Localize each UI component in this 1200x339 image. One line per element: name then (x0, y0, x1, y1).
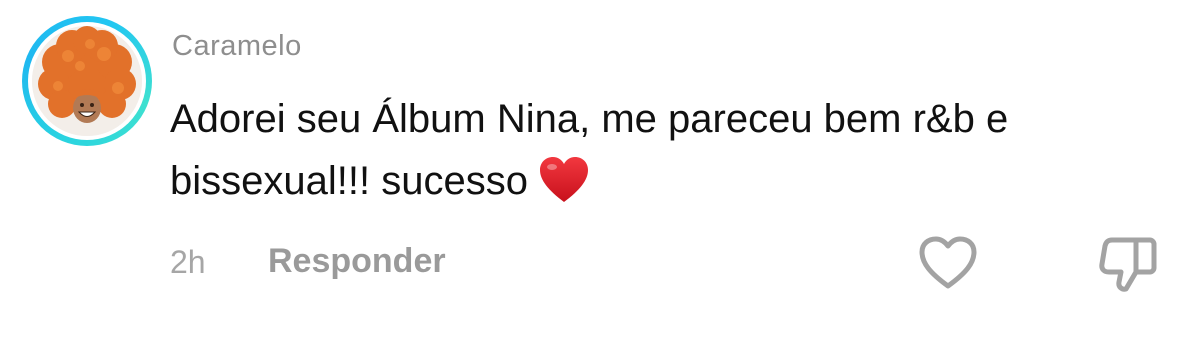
heart-outline-icon (919, 236, 977, 289)
avatar[interactable] (32, 26, 142, 136)
comment-item: Caramelo Adorei seu Álbum Nina, me parec… (0, 0, 1200, 339)
dislike-button[interactable] (1098, 234, 1158, 294)
avatar-illustration-icon (32, 26, 142, 136)
comment-body: Adorei seu Álbum Nina, me pareceu bem r&… (170, 88, 1170, 212)
reply-button[interactable]: Responder (268, 242, 446, 281)
thumbs-down-icon (1099, 237, 1157, 292)
red-heart-emoji-icon (539, 157, 588, 202)
comment-username[interactable]: Caramelo (172, 30, 302, 63)
comment-text-line-2: bissexual!!! sucesso (170, 150, 1170, 212)
avatar-story-ring[interactable] (22, 16, 152, 146)
comment-timestamp: 2h (170, 244, 206, 280)
comment-text-line-1: Adorei seu Álbum Nina, me pareceu bem r&… (170, 97, 1009, 141)
like-button[interactable] (918, 236, 978, 290)
comment-text-line-2-text: bissexual!!! sucesso (170, 159, 528, 203)
